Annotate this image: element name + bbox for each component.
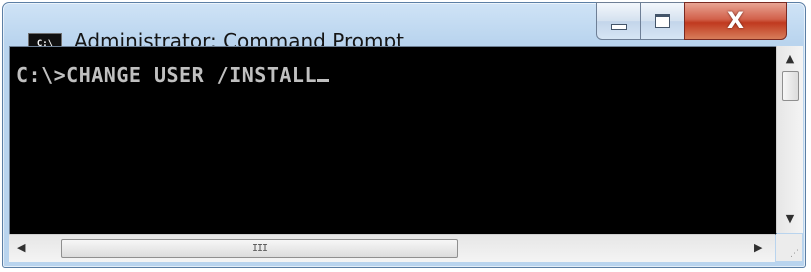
vertical-scrollbar[interactable]: ▲ ▼ xyxy=(776,46,803,233)
minimize-icon xyxy=(610,24,627,30)
vertical-scroll-thumb[interactable] xyxy=(782,71,799,101)
close-button[interactable]: X xyxy=(684,2,787,40)
text-cursor xyxy=(316,79,329,82)
horizontal-scrollbar[interactable]: ◀ III ▶ xyxy=(9,234,775,262)
console-output-area[interactable]: C:\>CHANGE USER /INSTALL xyxy=(9,46,777,235)
resize-grip-icon: ⋰ xyxy=(790,249,799,259)
close-icon: X xyxy=(727,8,744,34)
resize-grip[interactable]: ⋰ xyxy=(776,234,802,261)
minimize-button[interactable] xyxy=(596,2,641,40)
scroll-grip-icon: III xyxy=(251,243,268,254)
maximize-button[interactable] xyxy=(640,2,685,40)
scroll-up-arrow[interactable]: ▲ xyxy=(777,52,803,65)
console-line: C:\>CHANGE USER /INSTALL xyxy=(16,63,329,87)
horizontal-scroll-thumb[interactable]: III xyxy=(61,239,458,258)
scroll-left-arrow[interactable]: ◀ xyxy=(17,241,25,254)
maximize-icon xyxy=(655,14,670,28)
scroll-down-arrow[interactable]: ▼ xyxy=(777,212,803,225)
caption-buttons: X xyxy=(596,2,787,42)
command-text: C:\>CHANGE USER /INSTALL xyxy=(16,63,317,87)
scroll-right-arrow[interactable]: ▶ xyxy=(754,241,762,254)
